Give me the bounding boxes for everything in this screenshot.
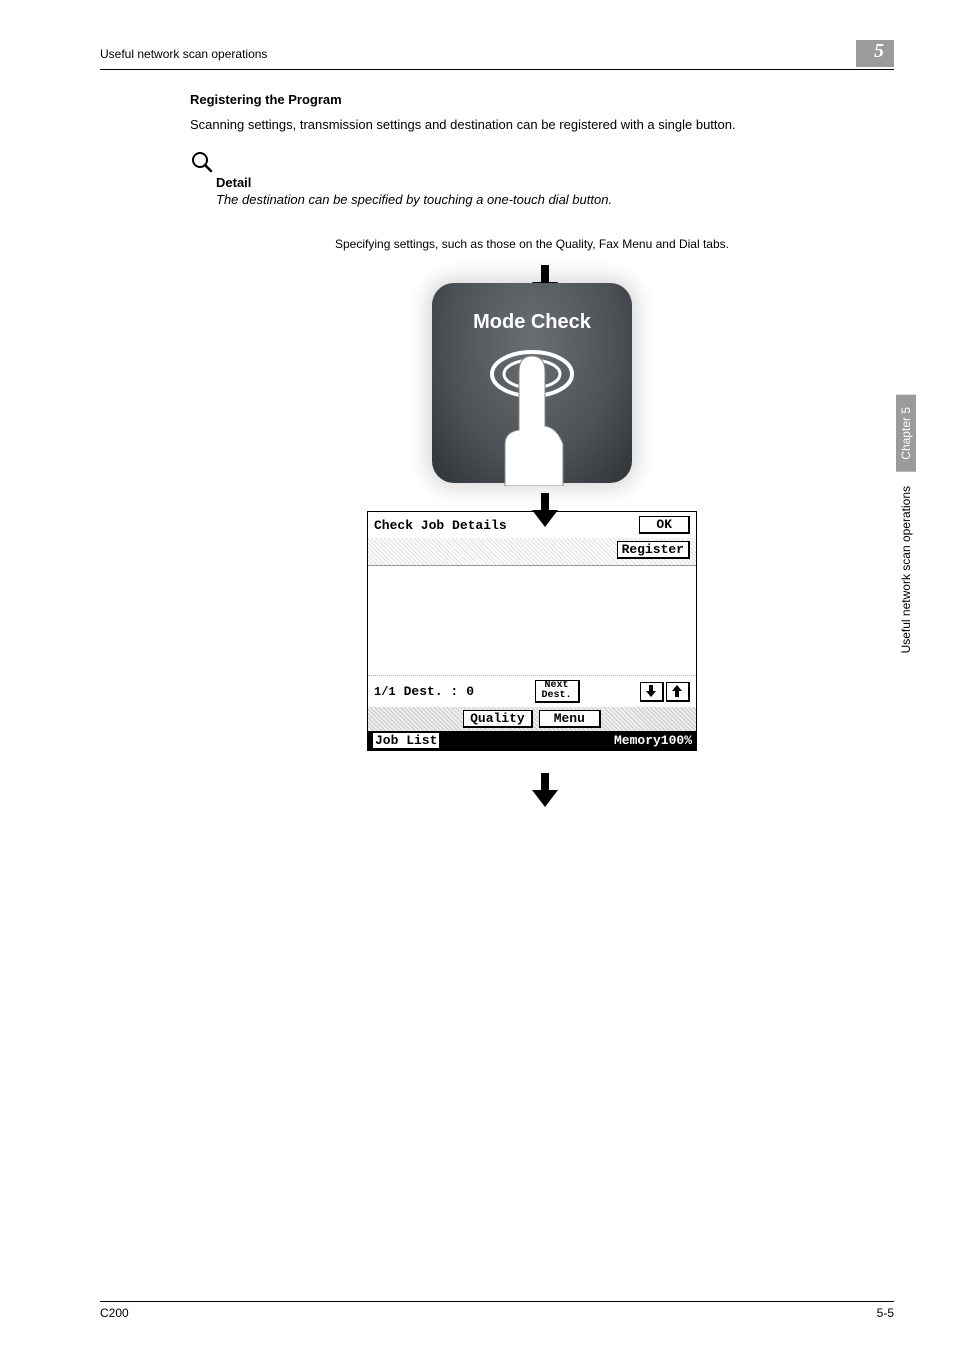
detail-label: Detail — [216, 175, 874, 190]
memory-indicator: Memory100% — [614, 733, 692, 748]
detail-block: Detail The destination can be specified … — [190, 150, 874, 207]
job-list-button[interactable]: Job List — [372, 732, 440, 749]
quality-tab[interactable]: Quality — [463, 710, 533, 728]
tab-blank — [374, 710, 457, 728]
finger-press-icon — [477, 346, 587, 489]
detail-text: The destination can be specified by touc… — [216, 192, 874, 207]
tab-blank — [607, 710, 690, 728]
side-tab: Chapter 5 Useful network scan operations — [896, 395, 916, 653]
mode-check-button[interactable]: Mode Check — [432, 283, 632, 483]
page-footer: C200 5-5 — [100, 1301, 894, 1320]
dest-page-fraction: 1/1 — [374, 685, 396, 699]
dest-value: 0 — [466, 684, 474, 699]
next-dest-line2: Dest. — [542, 690, 572, 701]
footer-model: C200 — [100, 1306, 129, 1320]
side-section-label: Useful network scan operations — [899, 486, 913, 653]
magnifier-icon — [190, 150, 214, 177]
chapter-badge: 5 — [856, 40, 894, 67]
page-header: Useful network scan operations 5 — [100, 40, 894, 70]
section-body: Scanning settings, transmission settings… — [190, 117, 874, 132]
lcd-title: Check Job Details — [374, 518, 507, 533]
scroll-up-button[interactable] — [666, 682, 690, 702]
ok-button[interactable]: OK — [639, 516, 690, 534]
side-chapter-label: Chapter 5 — [896, 395, 916, 472]
flow-caption: Specifying settings, such as those on th… — [190, 237, 874, 251]
section-heading: Registering the Program — [190, 92, 874, 107]
register-button[interactable]: Register — [617, 541, 690, 559]
mode-check-label: Mode Check — [432, 283, 632, 334]
lcd-screen: Check Job Details OK Register 1/1 Dest. … — [367, 511, 697, 751]
next-dest-button[interactable]: Next Dest. — [535, 680, 580, 703]
dest-label: Dest. : — [404, 684, 459, 699]
footer-page-number: 5-5 — [877, 1306, 894, 1320]
scroll-down-button[interactable] — [640, 682, 664, 702]
lcd-content-area — [368, 566, 696, 676]
header-section-title: Useful network scan operations — [100, 47, 267, 61]
menu-tab[interactable]: Menu — [539, 710, 601, 728]
